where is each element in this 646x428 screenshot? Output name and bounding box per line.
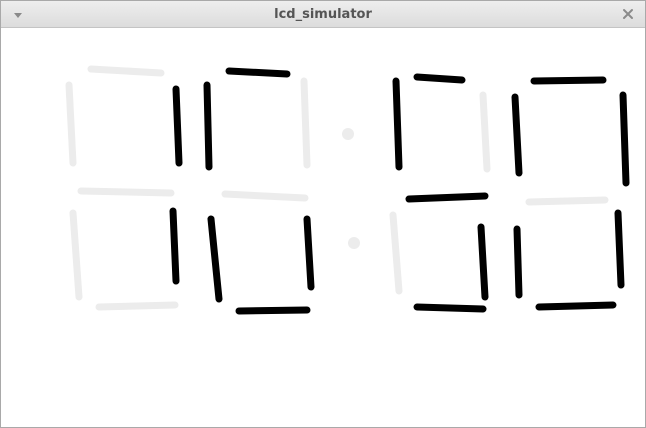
lcd-segment-bottom-right-e [513,225,523,299]
lcd-segment-bottom-2-c [303,215,315,291]
lcd-segment-top-3-a [413,73,466,84]
lcd-segment-bottom-3-c [477,223,489,301]
lcd-dot-bottom [348,237,360,249]
lcd-segment-top-right-b [619,91,630,187]
lcd-segment-top-2-b [300,77,311,169]
lcd-segment-bottom-right-c [614,209,625,289]
lcd-display [65,65,630,315]
window-title: lcd_simulator [274,7,372,22]
lcd-segment-bottom-left-e [69,209,83,301]
lcd-segment-top-2-a [225,67,291,78]
lcd-segment-top-left-f [65,81,77,167]
close-button[interactable] [620,6,636,22]
lcd-segment-top-right-f [511,93,523,177]
title-bar[interactable]: lcd_simulator [1,1,645,28]
lcd-segment-bottom-2-e [207,215,223,303]
lcd-segment-top-3-f [392,77,403,171]
lcd-segment-bottom-2-d [235,306,311,315]
app-window: lcd_simulator [0,0,646,428]
lcd-segment-bottom-left-c [169,207,180,285]
lcd-segment-bottom-3-e [389,211,403,295]
lcd-segment-top-3-g [405,192,489,203]
close-icon [623,9,633,19]
lcd-dot-top [342,128,354,140]
lcd-segment-bottom-3-d [413,303,487,313]
lcd-segment-top-left-b [172,85,183,167]
lcd-segment-top-right-a [530,76,607,85]
lcd-segment-bottom-right-d [535,301,617,311]
lcd-segment-top-2-f [203,81,213,171]
lcd-segment-top-left-g [77,187,175,197]
lcd-segment-bottom-left-d [95,301,179,311]
lcd-segment-top-3-b [479,91,491,173]
lcd-segment-top-2-g [221,190,309,202]
lcd-segment-top-right-g [525,196,609,206]
lcd-canvas-area [1,28,645,427]
lcd-segment-top-left-a [87,65,165,77]
